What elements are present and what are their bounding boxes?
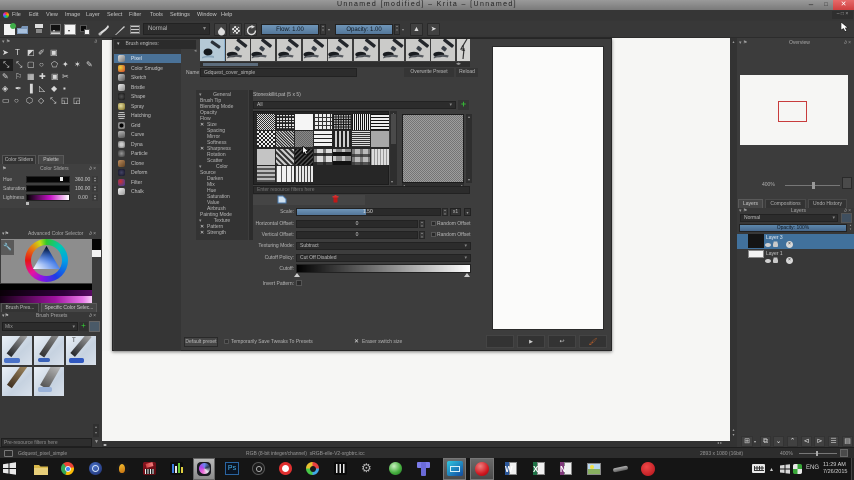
svg-text:1: 1: [461, 44, 466, 53]
